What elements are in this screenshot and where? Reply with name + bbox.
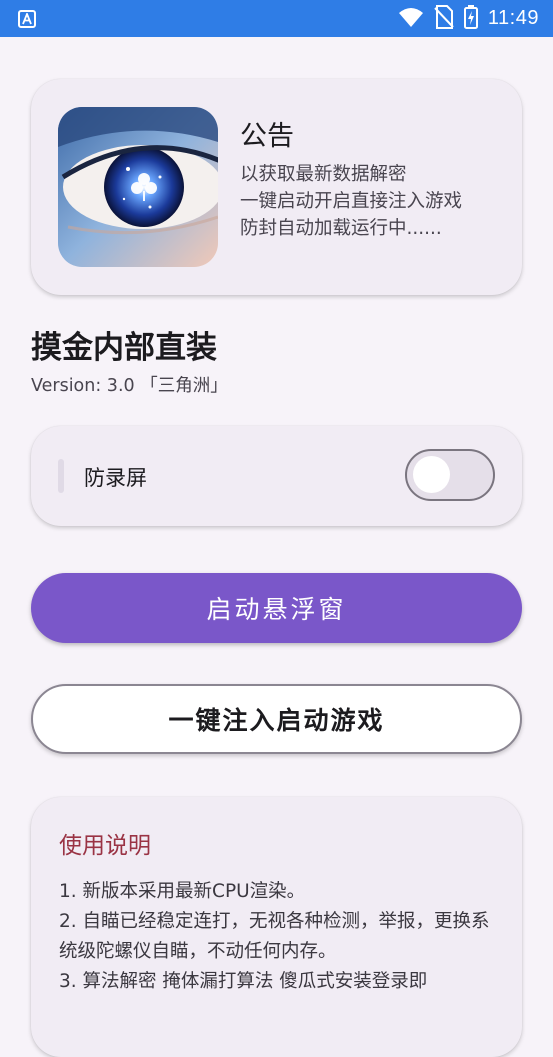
- anti-record-card: 防录屏: [31, 426, 522, 526]
- accent-bar: [58, 459, 64, 493]
- instructions-card: 使用说明 1. 新版本采用最新CPU渲染。 2. 自瞄已经稳定连打，无视各种检测…: [31, 797, 522, 1057]
- app-title: 摸金内部直装: [31, 330, 217, 366]
- start-float-window-button[interactable]: 启动悬浮窗: [31, 573, 522, 643]
- app-version: Version: 3.0 「三角洲」: [31, 376, 228, 396]
- anti-record-label: 防录屏: [84, 466, 147, 490]
- battery-charging-icon: [463, 4, 478, 33]
- status-bar: 11:49: [0, 0, 553, 37]
- switch-thumb: [413, 456, 450, 493]
- anti-record-switch[interactable]: [405, 449, 495, 501]
- instruction-line: 2. 自瞄已经稳定连打，无视各种检测，举报，更换系统级陀螺仪自瞄，不动任何内存。: [59, 911, 490, 962]
- instructions-text: 1. 新版本采用最新CPU渲染。 2. 自瞄已经稳定连打，无视各种检测，举报，更…: [59, 877, 504, 997]
- notice-line: 以获取最新数据解密: [240, 164, 407, 185]
- wifi-icon: [398, 6, 424, 32]
- notice-card: 公告 以获取最新数据解密 一键启动开启直接注入游戏 防封自动加载运行中.....…: [31, 79, 522, 295]
- notice-line: 防封自动加载运行中......: [240, 218, 442, 239]
- instructions-title: 使用说明: [59, 833, 151, 859]
- inject-start-game-button[interactable]: 一键注入启动游戏: [31, 684, 522, 754]
- instruction-line: 1. 新版本采用最新CPU渲染。: [59, 881, 306, 902]
- no-sim-icon: [434, 4, 454, 33]
- clock: 11:49: [487, 7, 539, 29]
- notice-text: 以获取最新数据解密 一键启动开启直接注入游戏 防封自动加载运行中......: [240, 161, 462, 242]
- notice-title: 公告: [240, 121, 294, 152]
- notice-line: 一键启动开启直接注入游戏: [240, 191, 463, 212]
- instruction-line: 3. 算法解密 掩体漏打算法 傻瓜式安装登录即: [59, 971, 428, 992]
- notice-image: [58, 107, 218, 267]
- app-notification-icon: [18, 9, 36, 28]
